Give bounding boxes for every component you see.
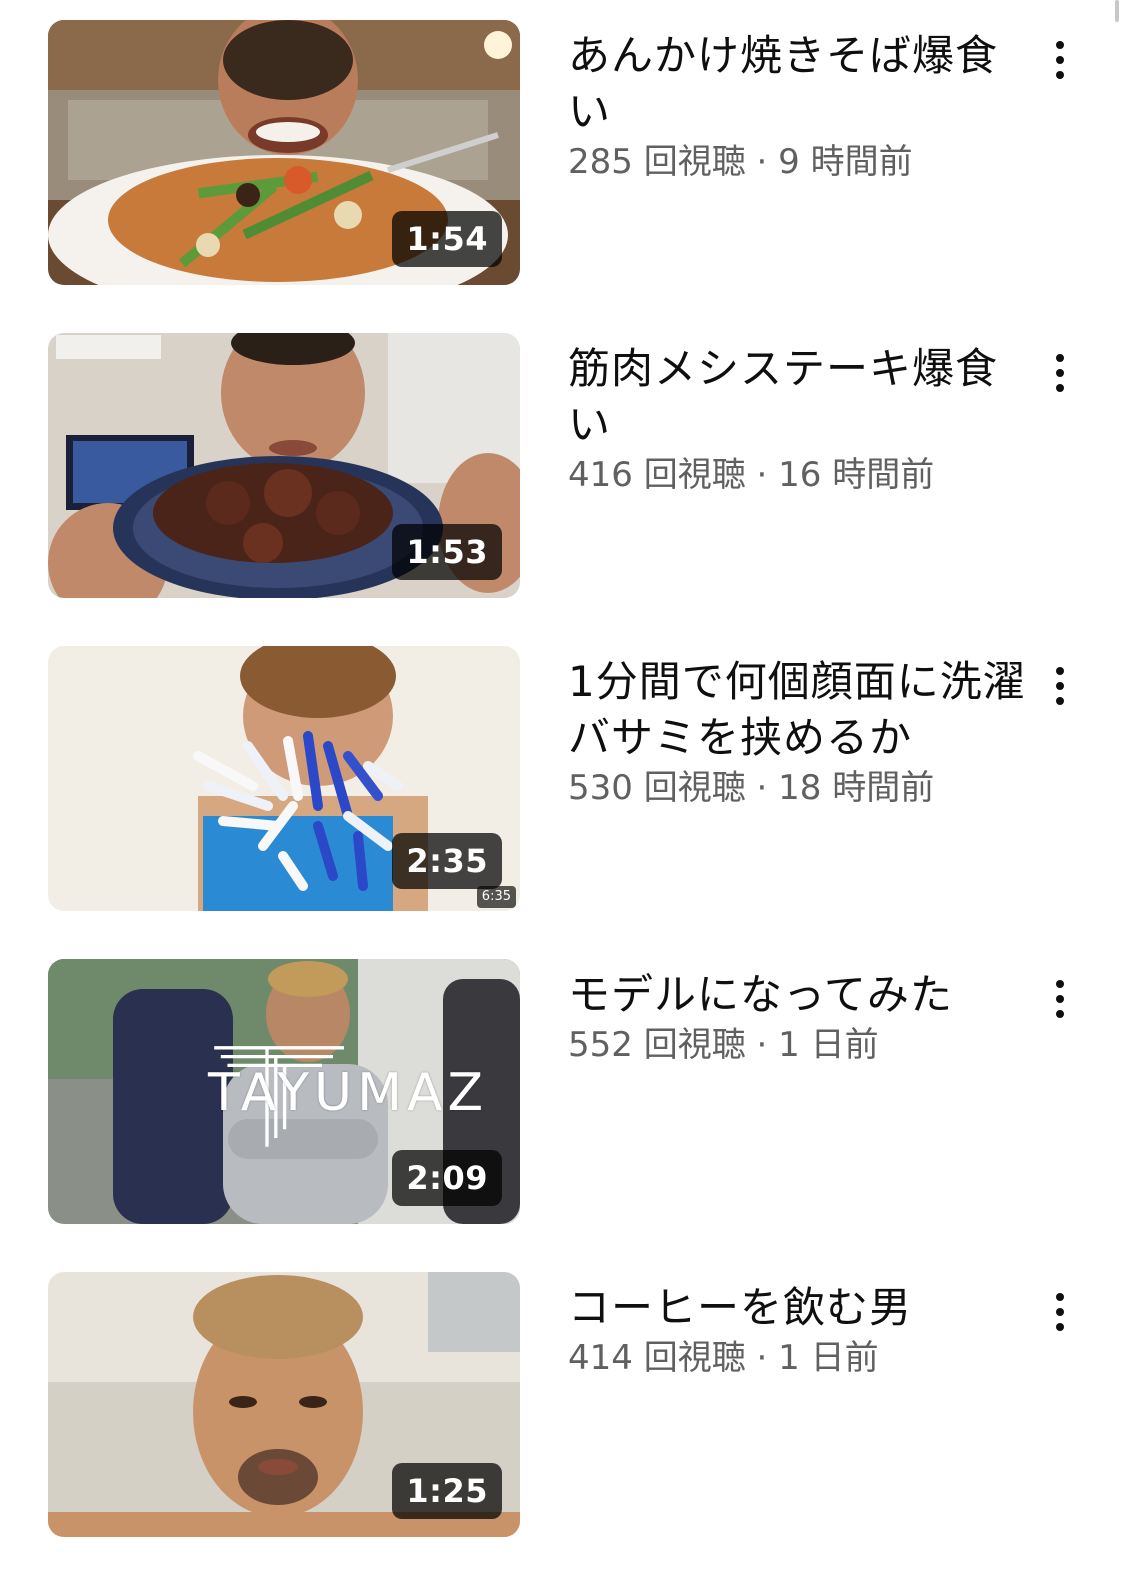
- duration-badge: 2:35: [392, 833, 502, 889]
- video-info[interactable]: 筋肉メシステーキ爆食い 416 回視聴 · 16 時間前: [568, 341, 1028, 497]
- video-title[interactable]: コーヒーを飲む男: [568, 1280, 1028, 1336]
- more-vert-icon[interactable]: [1036, 345, 1084, 401]
- video-title[interactable]: あんかけ焼きそば爆食い: [568, 28, 1028, 140]
- video-thumbnail[interactable]: 1:25: [48, 1272, 520, 1537]
- more-vert-icon[interactable]: [1036, 32, 1084, 88]
- video-meta: 552 回視聴 · 1 日前: [568, 1025, 879, 1065]
- video-item[interactable]: 2:35 6:35 1分間で何個顔面に洗濯バサミを挟めるか 530 回視聴 · …: [0, 646, 1125, 918]
- embedded-duration-badge: 6:35: [476, 886, 516, 908]
- video-info[interactable]: コーヒーを飲む男 414 回視聴 · 1 日前: [568, 1280, 1028, 1380]
- video-item[interactable]: 1:25 コーヒーを飲む男 414 回視聴 · 1 日前: [0, 1272, 1125, 1544]
- duration-badge: 1:53: [392, 524, 502, 580]
- duration-badge: 1:54: [392, 211, 502, 267]
- video-meta: 416 回視聴 · 16 時間前: [568, 455, 935, 495]
- video-thumbnail[interactable]: TAYUMAZ 2:09: [48, 959, 520, 1224]
- video-info[interactable]: あんかけ焼きそば爆食い 285 回視聴 · 9 時間前: [568, 28, 1028, 184]
- video-thumbnail[interactable]: 1:53: [48, 333, 520, 598]
- video-item[interactable]: 1:53 筋肉メシステーキ爆食い 416 回視聴 · 16 時間前: [0, 333, 1125, 605]
- more-vert-icon[interactable]: [1036, 1284, 1084, 1340]
- video-title[interactable]: モデルになってみた: [568, 967, 1028, 1023]
- tayumaz-logo: TAYUMAZ: [58, 1039, 520, 1149]
- video-thumbnail[interactable]: 2:35 6:35: [48, 646, 520, 911]
- video-meta: 414 回視聴 · 1 日前: [568, 1338, 879, 1378]
- duration-badge: 2:09: [392, 1150, 502, 1206]
- video-meta: 530 回視聴 · 18 時間前: [568, 768, 935, 808]
- video-info[interactable]: 1分間で何個顔面に洗濯バサミを挟めるか 530 回視聴 · 18 時間前: [568, 654, 1028, 810]
- video-title[interactable]: 1分間で何個顔面に洗濯バサミを挟めるか: [568, 654, 1028, 766]
- video-item[interactable]: TAYUMAZ 2:09 モデルになってみた 552 回視聴 · 1 日前: [0, 959, 1125, 1231]
- video-info[interactable]: モデルになってみた 552 回視聴 · 1 日前: [568, 967, 1028, 1067]
- more-vert-icon[interactable]: [1036, 971, 1084, 1027]
- video-item[interactable]: 1:54 あんかけ焼きそば爆食い 285 回視聴 · 9 時間前: [0, 20, 1125, 292]
- video-meta: 285 回視聴 · 9 時間前: [568, 142, 913, 182]
- scroll-indicator[interactable]: [1115, 0, 1119, 22]
- tayumaz-overlay-text: TAYUMAZ: [208, 1063, 489, 1123]
- video-thumbnail[interactable]: 1:54: [48, 20, 520, 285]
- duration-badge: 1:25: [392, 1463, 502, 1519]
- more-vert-icon[interactable]: [1036, 658, 1084, 714]
- video-title[interactable]: 筋肉メシステーキ爆食い: [568, 341, 1028, 453]
